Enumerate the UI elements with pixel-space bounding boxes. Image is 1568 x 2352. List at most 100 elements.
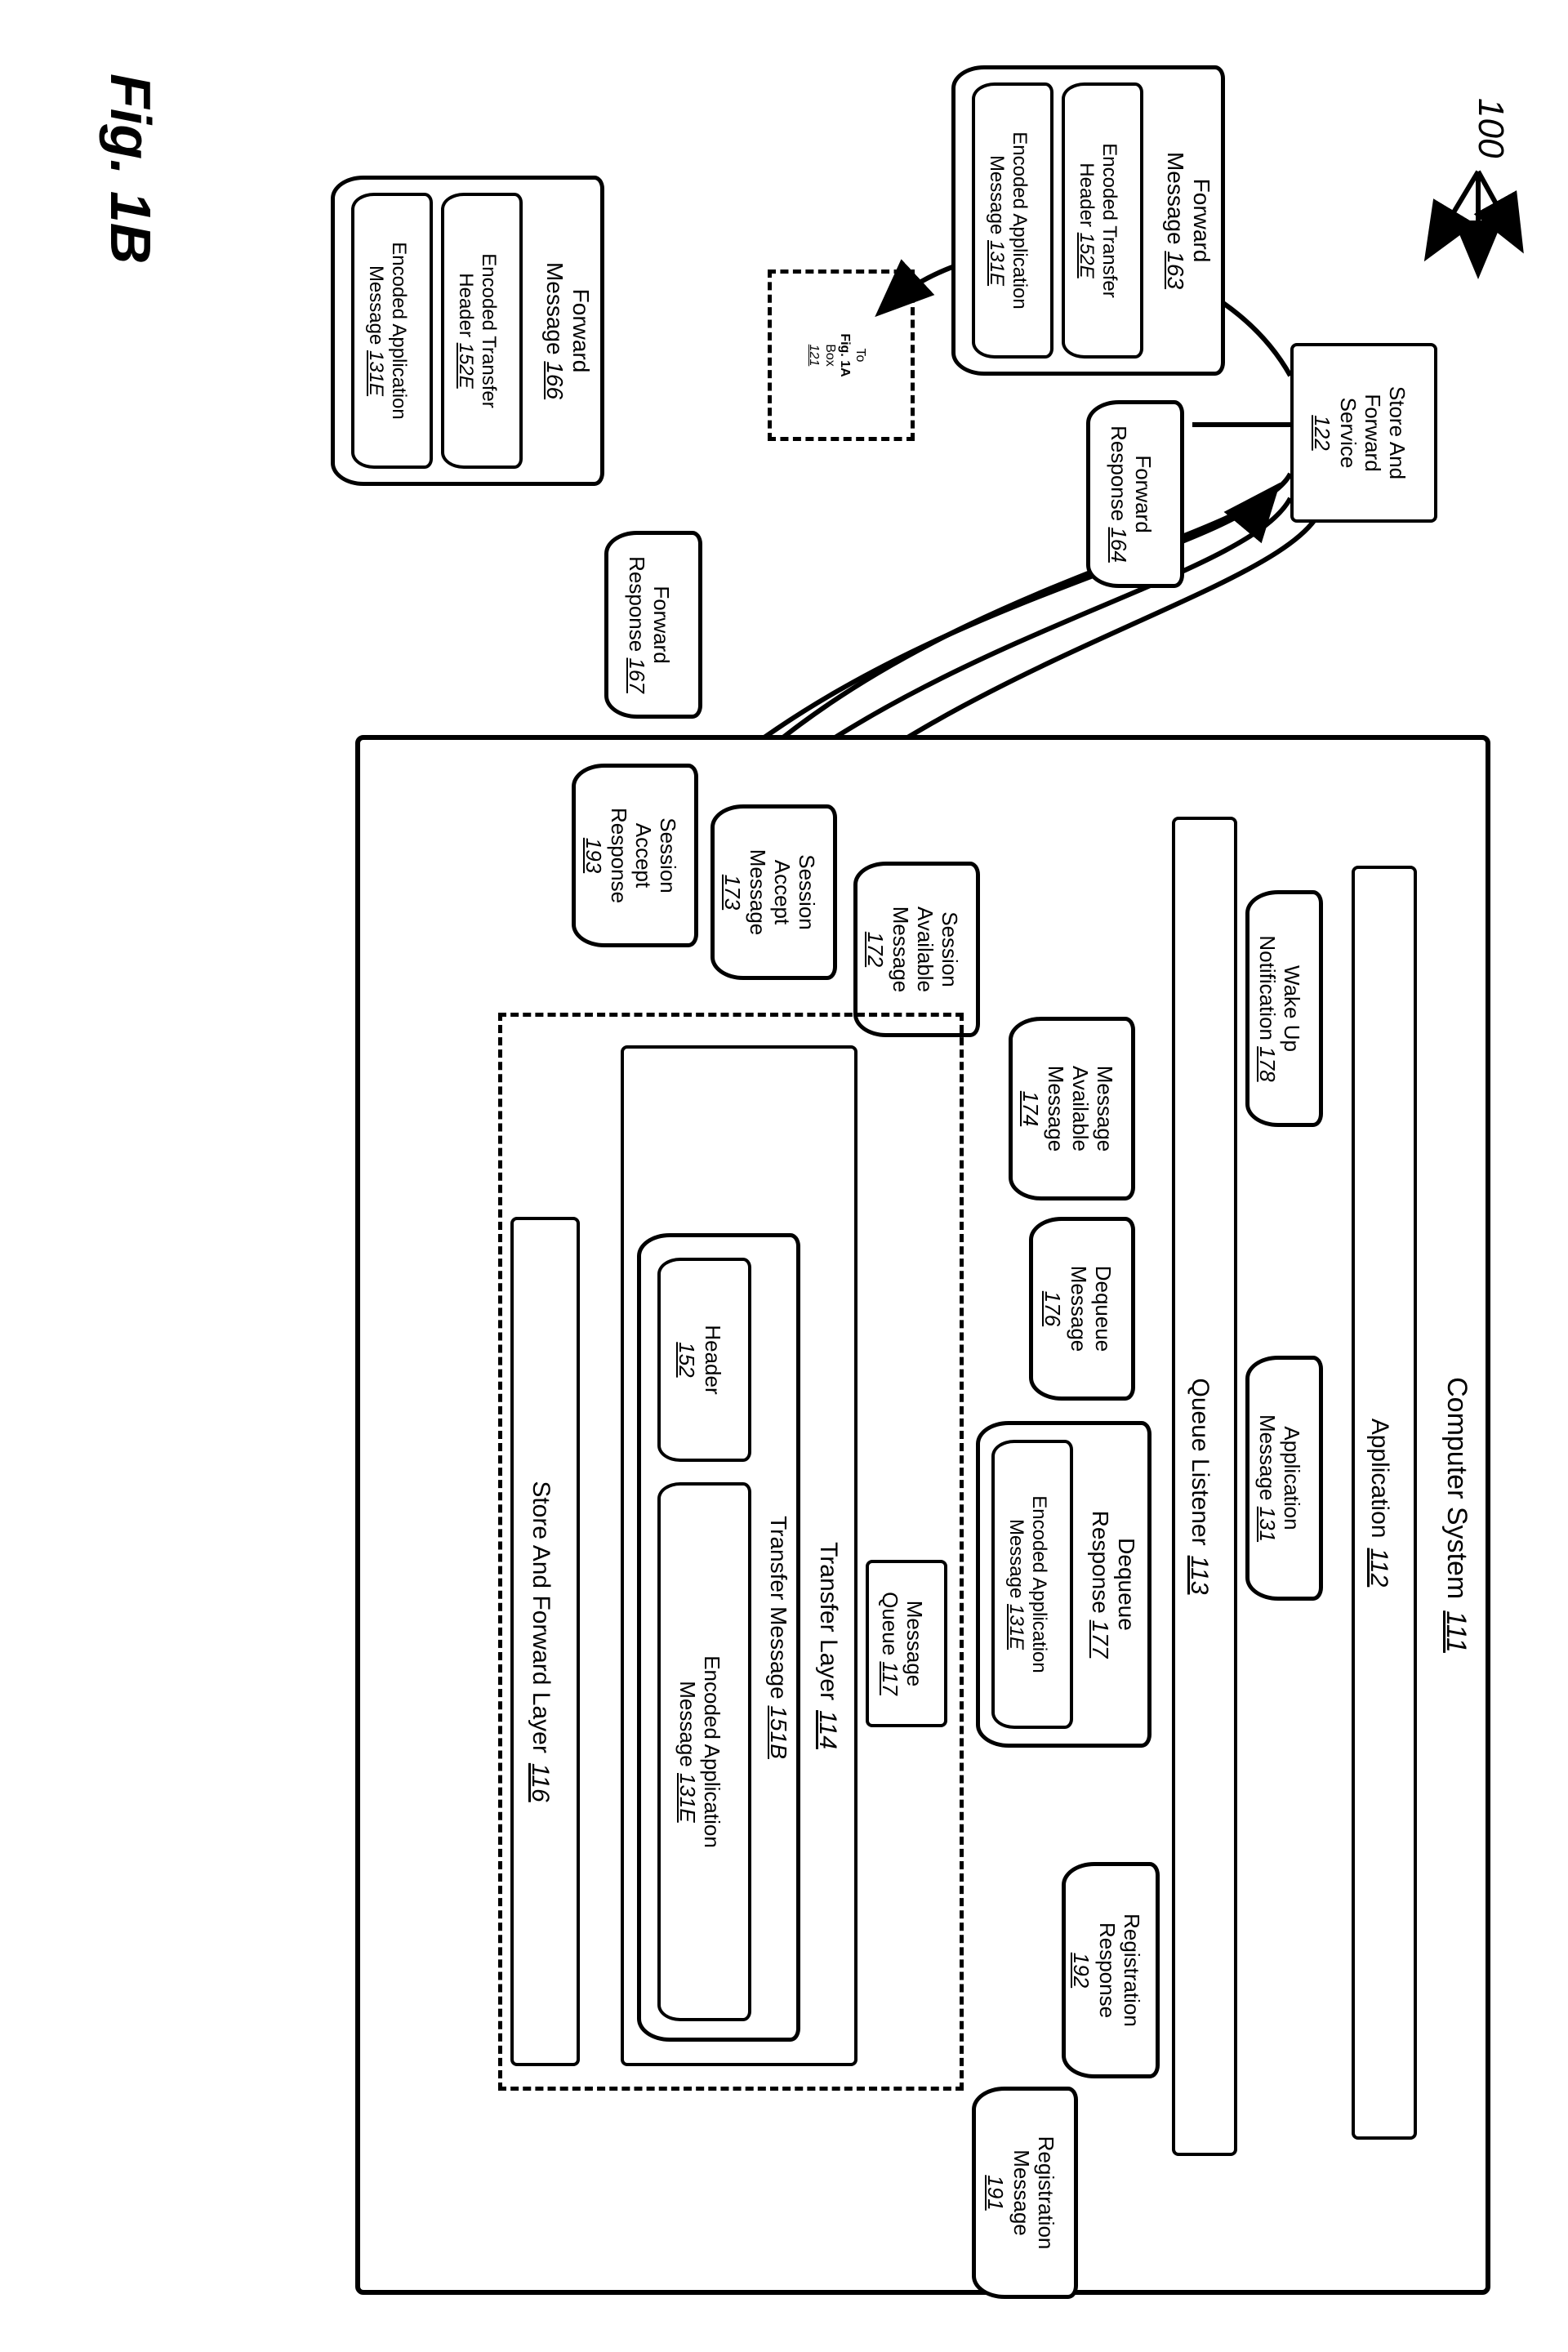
transfer-layer-title: Transfer Layer <box>814 1542 843 1700</box>
application-ref: 112 <box>1365 1548 1393 1587</box>
message-queue-ref: 117 <box>878 1661 902 1695</box>
reg-resp-ref: 192 <box>1068 1953 1093 1988</box>
to-fig1a-t3: Box <box>822 344 837 367</box>
message-queue-t1: Message <box>902 1601 926 1687</box>
enc-xfer-hdr-163-t2: Header <box>1076 163 1098 227</box>
sess-avail-t1: Session <box>937 911 961 987</box>
msg-avail-t1: Message <box>1092 1066 1116 1152</box>
transfer-message-doc: Transfer Message 151B Header 152 Encoded… <box>637 1233 800 2042</box>
transfer-msg-ref: 151B <box>766 1705 791 1758</box>
enc-app-msg-t1b: Encoded Application <box>700 1655 724 1848</box>
transfer-enc-app-doc: Encoded Application Message 131E <box>657 1482 751 2021</box>
fwd-msg-163-t2: Message <box>1163 152 1188 245</box>
enc-app-msg-t2a: Message <box>1005 1519 1027 1598</box>
dequeue-msg-t2: Message <box>1066 1266 1090 1352</box>
saf-layer-title: Store And Forward Layer <box>526 1481 555 1753</box>
fwd-resp-164-doc: Forward Response 164 <box>1086 400 1184 588</box>
transfer-msg-title: Transfer Message <box>766 1516 791 1699</box>
enc-app-msg-166-ref: 131E <box>365 350 387 396</box>
fwd-resp-164-t2: Response <box>1107 425 1131 521</box>
msg-avail-doc: Message Available Message 174 <box>1009 1017 1135 1200</box>
saf-layer-box: Store And Forward Layer 116 <box>510 1217 580 2066</box>
app-message-title2: Message <box>1256 1414 1281 1501</box>
enc-app-msg-166-t1: Encoded Application <box>387 242 410 420</box>
enc-app-msg-163-t1: Encoded Application <box>1008 131 1031 310</box>
fwd-resp-167-ref: 167 <box>625 657 649 693</box>
fwd-resp-164-t1: Forward <box>1130 455 1155 532</box>
dequeue-msg-t1: Dequeue <box>1090 1266 1115 1352</box>
saf-service-box: Store And Forward Service 122 <box>1290 343 1437 523</box>
sess-accept-msg-t3: Message <box>746 849 770 936</box>
enc-app-msg-163-t2: Message <box>986 155 1008 234</box>
dequeue-msg-ref: 176 <box>1040 1291 1064 1326</box>
header-title: Header <box>701 1325 725 1394</box>
saf-service-t2: Forward <box>1360 394 1384 471</box>
message-queue-t2: Queue <box>878 1592 902 1655</box>
to-fig1a-t2: Fig. 1A <box>837 333 852 376</box>
fwd-msg-163-doc: Forward Message 163 Encoded Transfer Hea… <box>951 65 1225 376</box>
computer-system-ref: 111 <box>1439 1610 1471 1653</box>
fwd-msg-166-t1: Forward <box>568 289 594 373</box>
saf-service-t3: Service <box>1335 398 1360 469</box>
saf-service-t1: Store And <box>1384 386 1409 479</box>
queue-listener-ref: 113 <box>1185 1556 1214 1595</box>
reg-msg-t1: Registration <box>1033 2136 1058 2250</box>
fwd-resp-167-t1: Forward <box>648 586 673 663</box>
dequeue-msg-doc: Dequeue Message 176 <box>1029 1217 1135 1401</box>
sess-avail-t3: Message <box>889 906 913 993</box>
app-message-ref: 131 <box>1256 1507 1281 1542</box>
to-fig1a-ref: 121 <box>805 345 820 367</box>
enc-xfer-hdr-166-t1: Encoded Transfer <box>477 253 500 408</box>
dequeue-resp-ref: 177 <box>1088 1620 1113 1659</box>
enc-app-msg-163-doc: Encoded Application Message 131E <box>972 82 1054 359</box>
reg-resp-t2: Response <box>1095 1922 1120 2018</box>
wakeup-doc: Wake Up Notification 178 <box>1245 890 1323 1127</box>
computer-system-title: Computer System <box>1440 1377 1472 1599</box>
enc-app-msg-refb: 131E <box>676 1773 701 1823</box>
fwd-resp-164-ref: 164 <box>1107 527 1131 562</box>
header-ref: 152 <box>675 1342 699 1377</box>
dequeue-resp-inner-doc: Encoded Application Message 131E <box>991 1440 1073 1729</box>
enc-xfer-hdr-163-t1: Encoded Transfer <box>1098 143 1120 297</box>
sess-accept-msg-t2: Accept <box>770 860 795 925</box>
sess-accept-msg-t1: Session <box>794 854 818 930</box>
reg-resp-doc: Registration Response 192 <box>1062 1862 1160 2078</box>
sess-accept-resp-doc: Session Accept Response 193 <box>572 764 698 947</box>
enc-app-msg-t2b: Message <box>676 1681 701 1767</box>
fwd-resp-167-t2: Response <box>625 556 649 652</box>
enc-app-msg-163-ref: 131E <box>986 240 1008 286</box>
fwd-msg-166-doc: Forward Message 166 Encoded Transfer Hea… <box>331 176 604 486</box>
sess-avail-ref: 172 <box>862 932 887 967</box>
system-ref-label: 100 <box>1470 98 1511 158</box>
sess-accept-msg-ref: 173 <box>719 875 744 910</box>
application-title: Application <box>1365 1419 1394 1539</box>
fwd-msg-163-t1: Forward <box>1189 179 1214 263</box>
sess-accept-msg-doc: Session Accept Message 173 <box>710 804 837 980</box>
application-box: Application 112 <box>1352 866 1417 2140</box>
sess-avail-t2: Available <box>913 906 938 992</box>
figure-label-text: Fig. 1B <box>99 74 163 264</box>
msg-avail-t2: Available <box>1068 1066 1093 1152</box>
msg-avail-t3: Message <box>1045 1066 1069 1152</box>
enc-app-msg-166-doc: Encoded Application Message 131E <box>351 193 433 469</box>
queue-listener-title: Queue Listener <box>1186 1379 1214 1546</box>
sess-accept-resp-t3: Response <box>607 808 631 903</box>
enc-xfer-hdr-163-ref: 152E <box>1076 233 1098 278</box>
to-fig1a-box: To Fig. 1A Box 121 <box>768 270 915 441</box>
app-message-title1: Application <box>1280 1426 1304 1530</box>
fwd-msg-166-ref: 166 <box>542 361 568 399</box>
reg-msg-t2: Message <box>1009 2149 1033 2236</box>
msg-avail-ref: 174 <box>1018 1091 1042 1126</box>
figure-label: Fig. 1B <box>98 74 163 264</box>
to-fig1a-t1: To <box>852 349 866 363</box>
dequeue-resp-doc: Dequeue Response 177 Encoded Application… <box>976 1421 1152 1748</box>
dequeue-resp-t1: Dequeue <box>1114 1538 1139 1631</box>
reg-resp-t1: Registration <box>1119 1913 1143 2027</box>
sess-accept-resp-t2: Accept <box>631 823 656 889</box>
message-queue-box: Message Queue 117 <box>866 1560 947 1727</box>
sess-accept-resp-ref: 193 <box>581 838 605 873</box>
enc-app-msg-166-t2: Message <box>365 265 387 345</box>
transfer-layer-ref: 114 <box>813 1710 842 1749</box>
saf-layer-ref: 116 <box>525 1763 554 1802</box>
system-ref-value: 100 <box>1471 98 1511 158</box>
